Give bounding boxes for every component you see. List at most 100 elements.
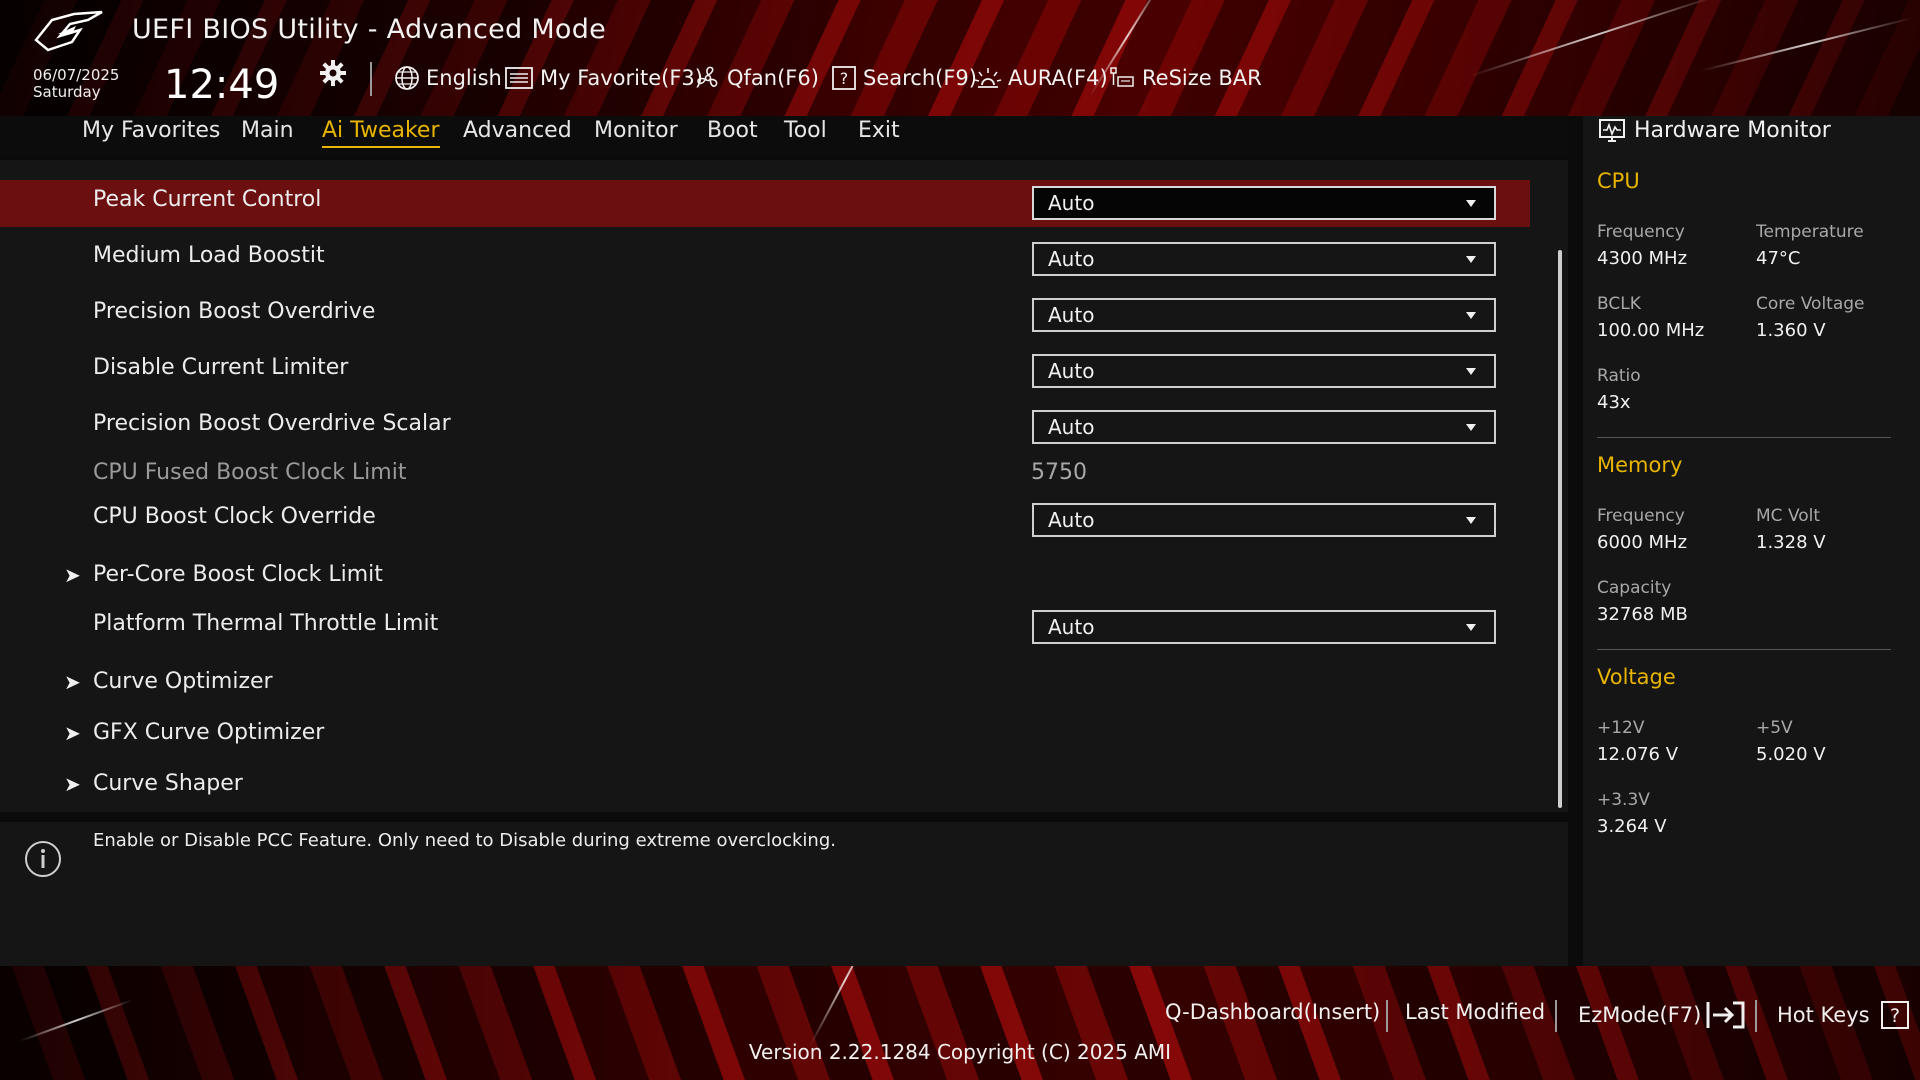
hw-mem-frequency-label: Frequency	[1597, 506, 1685, 526]
search-label: Search(F9)	[863, 66, 977, 90]
setting-cpu-boost-clock-override[interactable]: CPU Boost Clock Override	[93, 504, 376, 529]
gear-icon[interactable]	[318, 58, 348, 88]
resize-bar-icon	[1110, 67, 1134, 87]
hw-core-voltage: 1.360 V	[1756, 320, 1826, 341]
date-text: 06/07/2025	[33, 66, 120, 84]
svg-text:?: ?	[840, 69, 849, 88]
setting-medium-load-boostit[interactable]: Medium Load Boostit	[93, 243, 325, 268]
disable-current-limiter-dropdown[interactable]: Auto	[1032, 354, 1496, 388]
hw-mc-volt: 1.328 V	[1756, 532, 1826, 553]
peak-current-control-dropdown[interactable]: Auto	[1032, 186, 1496, 220]
caret-down-icon	[1466, 517, 1476, 524]
dropdown-value: Auto	[1048, 359, 1095, 383]
last-modified-button[interactable]: Last Modified	[1405, 1000, 1545, 1024]
submenu-arrow-icon: ➤	[64, 772, 81, 796]
hw-core-voltage-label: Core Voltage	[1756, 294, 1865, 314]
hw-cpu-temperature: 47°C	[1756, 248, 1801, 269]
hw-mc-volt-label: MC Volt	[1756, 506, 1821, 526]
hw-cpu-temperature-label: Temperature	[1756, 222, 1864, 242]
hardware-monitor-title: Hardware Monitor	[1634, 118, 1831, 143]
hot-keys-label: Hot Keys	[1777, 1003, 1870, 1027]
my-favorite-button[interactable]: My Favorite(F3)	[504, 62, 703, 94]
language-button[interactable]: English	[394, 62, 502, 94]
cpu-boost-clock-override-dropdown[interactable]: Auto	[1032, 503, 1496, 537]
q-dashboard-button[interactable]: Q-Dashboard(Insert)	[1165, 1000, 1380, 1024]
hw-divider	[1597, 649, 1891, 650]
setting-precision-boost-overdrive[interactable]: Precision Boost Overdrive	[93, 299, 375, 324]
help-text: Enable or Disable PCC Feature. Only need…	[93, 830, 836, 851]
clock: 12:49	[164, 62, 280, 108]
precision-boost-overdrive-dropdown[interactable]: Auto	[1032, 298, 1496, 332]
toolbar-separator	[370, 62, 372, 96]
hw-mem-frequency: 6000 MHz	[1597, 532, 1688, 553]
caret-down-icon	[1466, 368, 1476, 375]
footer-separator	[1755, 1000, 1757, 1032]
setting-disable-current-limiter[interactable]: Disable Current Limiter	[93, 355, 348, 380]
svg-text:?: ?	[1890, 1005, 1900, 1027]
setting-peak-current-control[interactable]: Peak Current Control	[93, 187, 321, 212]
submenu-curve-optimizer[interactable]: Curve Optimizer	[93, 669, 273, 694]
hw-cpu-frequency-label: Frequency	[1597, 222, 1685, 242]
footer-separator	[1555, 1000, 1557, 1032]
tab-ai-tweaker[interactable]: Ai Tweaker	[322, 116, 440, 148]
favorites-list-icon	[505, 67, 533, 89]
hw-ratio-label: Ratio	[1597, 366, 1641, 386]
fan-icon	[697, 66, 718, 87]
qfan-button[interactable]: Qfan(F6)	[695, 62, 819, 94]
rog-logo-icon	[34, 10, 103, 52]
footer-separator	[1386, 1000, 1388, 1032]
search-button[interactable]: ? Search(F9)	[831, 62, 977, 94]
precision-boost-overdrive-scalar-dropdown[interactable]: Auto	[1032, 410, 1496, 444]
hw-cpu-frequency: 4300 MHz	[1597, 248, 1688, 269]
hw-bclk-label: BCLK	[1597, 294, 1641, 314]
medium-load-boostit-dropdown[interactable]: Auto	[1032, 242, 1496, 276]
caret-down-icon	[1466, 424, 1476, 431]
hw-ratio: 43x	[1597, 392, 1631, 413]
submenu-gfx-curve-optimizer[interactable]: GFX Curve Optimizer	[93, 720, 324, 745]
tab-advanced[interactable]: Advanced	[463, 116, 572, 146]
tab-my-favorites[interactable]: My Favorites	[82, 116, 220, 146]
resize-bar-label: ReSize BAR	[1142, 66, 1262, 90]
dropdown-value: Auto	[1048, 415, 1095, 439]
help-question-icon: ?	[1880, 1001, 1909, 1029]
version-copyright: Version 2.22.1284 Copyright (C) 2025 AMI	[748, 1040, 1172, 1064]
ezmode-button[interactable]: EzMode(F7)	[1578, 1000, 1745, 1030]
tab-main[interactable]: Main	[241, 116, 294, 146]
ezmode-label: EzMode(F7)	[1578, 1003, 1702, 1027]
cpu-fused-boost-clock-limit-value: 5750	[1031, 460, 1087, 485]
dropdown-value: Auto	[1048, 508, 1095, 532]
dropdown-value: Auto	[1048, 303, 1095, 327]
aura-label: AURA(F4)	[1008, 66, 1108, 90]
tab-boot[interactable]: Boot	[707, 116, 758, 146]
tab-exit[interactable]: Exit	[858, 116, 900, 146]
qfan-label: Qfan(F6)	[727, 66, 819, 90]
resize-bar-button[interactable]: ReSize BAR	[1108, 62, 1262, 94]
my-favorite-label: My Favorite(F3)	[540, 66, 703, 90]
day-text: Saturday	[33, 83, 101, 101]
tab-tool[interactable]: Tool	[784, 116, 827, 146]
hw-capacity-label: Capacity	[1597, 578, 1672, 598]
info-icon	[25, 841, 61, 877]
hw-voltage-heading: Voltage	[1597, 665, 1676, 689]
monitor-icon	[1599, 119, 1625, 142]
dropdown-value: Auto	[1048, 247, 1095, 271]
aura-button[interactable]: AURA(F4)	[974, 62, 1108, 94]
submenu-arrow-icon: ➤	[64, 563, 81, 587]
platform-thermal-throttle-limit-dropdown[interactable]: Auto	[1032, 610, 1496, 644]
setting-cpu-fused-boost-clock-limit: CPU Fused Boost Clock Limit	[93, 460, 407, 485]
hw-bclk: 100.00 MHz	[1597, 320, 1705, 341]
hot-keys-button[interactable]: Hot Keys ?	[1777, 1000, 1910, 1030]
submenu-curve-shaper[interactable]: Curve Shaper	[93, 771, 243, 796]
scrollbar[interactable]	[1558, 250, 1562, 808]
tab-monitor[interactable]: Monitor	[594, 116, 678, 146]
dropdown-value: Auto	[1048, 615, 1095, 639]
submenu-per-core-boost-clock-limit[interactable]: Per-Core Boost Clock Limit	[93, 562, 383, 587]
setting-platform-thermal-throttle-limit[interactable]: Platform Thermal Throttle Limit	[93, 611, 438, 636]
hw-12v-label: +12V	[1597, 718, 1645, 738]
setting-precision-boost-overdrive-scalar[interactable]: Precision Boost Overdrive Scalar	[93, 411, 451, 436]
caret-down-icon	[1466, 200, 1476, 207]
hw-33v: 3.264 V	[1597, 816, 1667, 837]
caret-down-icon	[1466, 624, 1476, 631]
hw-memory-heading: Memory	[1597, 453, 1683, 477]
exit-to-ezmode-icon	[1706, 1001, 1745, 1029]
